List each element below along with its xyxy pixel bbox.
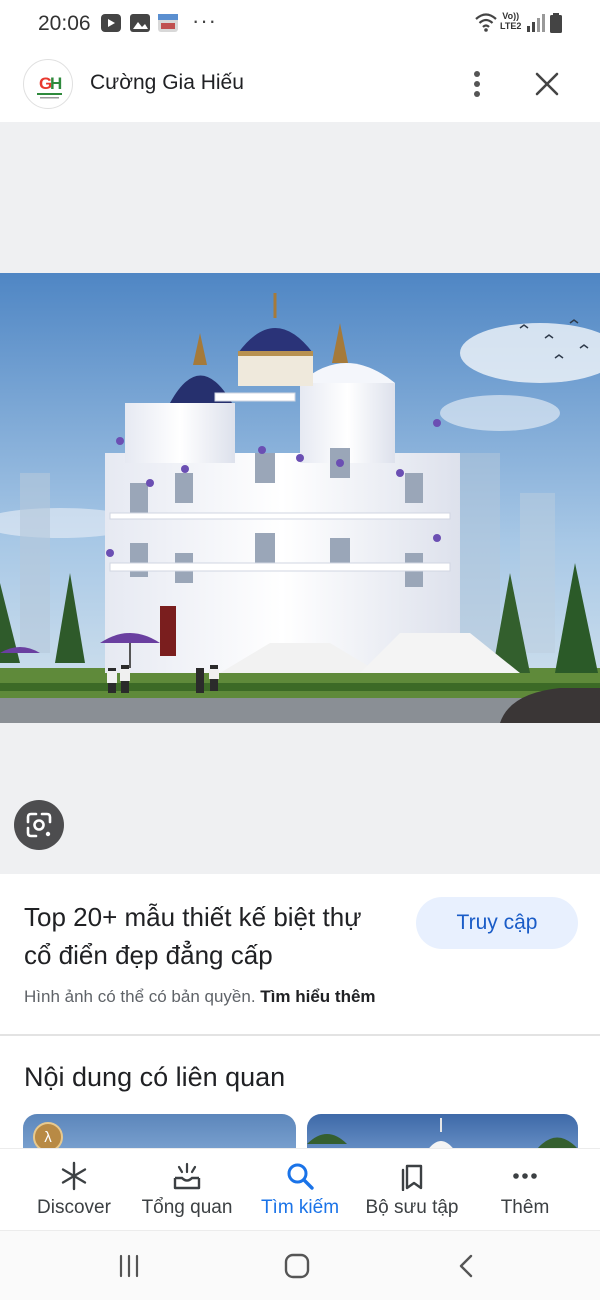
lens-icon <box>26 812 52 838</box>
more-notifications-indicator: ··· <box>192 8 217 33</box>
villa-image <box>0 273 600 723</box>
more-options-icon[interactable] <box>462 66 492 102</box>
asterisk-icon <box>61 1161 87 1191</box>
home-icon[interactable] <box>282 1251 312 1281</box>
copyright-text: Hình ảnh có thể có bản quyền. <box>24 987 256 1006</box>
status-bar: 20:06 ··· Vo)) LTE2 <box>0 0 600 46</box>
signal-icon <box>527 14 545 32</box>
site-title[interactable]: Cường Gia Hiếu <box>90 71 244 95</box>
screen: 20:06 ··· Vo)) LTE2 G H Cường Gia Hiếu T… <box>0 0 600 1300</box>
related-content-heading: Nội dung có liên quan <box>24 1062 286 1092</box>
section-divider <box>0 1034 600 1036</box>
nav-discover-label: Discover <box>37 1197 111 1218</box>
nav-collections-label: Bộ sưu tập <box>365 1197 459 1218</box>
cuong-gia-hieu-logo-icon: G H <box>37 74 62 99</box>
nav-discover[interactable]: Discover <box>24 1149 124 1231</box>
collections-icon <box>401 1164 423 1191</box>
site-logo[interactable]: G H <box>23 59 73 109</box>
search-icon <box>287 1163 314 1190</box>
nav-search-label: Tìm kiếm <box>260 1197 340 1218</box>
nav-search[interactable]: Tìm kiếm <box>250 1149 350 1231</box>
status-time: 20:06 <box>38 12 91 35</box>
copyright-notice: Hình ảnh có thể có bản quyền. Tìm hiểu t… <box>24 987 376 1007</box>
visit-button[interactable]: Truy cập <box>416 897 578 949</box>
google-lens-button[interactable] <box>14 800 64 850</box>
bottom-navigation: Discover Tổng quan Tìm kiếm Bộ sưu tập T… <box>0 1148 600 1230</box>
result-title[interactable]: Top 20+ mẫu thiết kế biệt thự cổ điển đẹ… <box>24 898 384 974</box>
svg-text:H: H <box>50 74 62 93</box>
system-navigation-bar <box>0 1230 600 1300</box>
main-image[interactable] <box>0 273 600 723</box>
nav-overview[interactable]: Tổng quan <box>130 1149 244 1231</box>
nav-more-label: Thêm <box>500 1197 550 1218</box>
image-viewer <box>0 122 600 874</box>
more-horizontal-icon <box>513 1173 537 1179</box>
recent-apps-icon[interactable] <box>114 1251 144 1281</box>
network-type-label: Vo)) LTE2 <box>500 11 521 31</box>
lte-label: LTE2 <box>500 21 522 31</box>
wifi-icon <box>475 13 497 32</box>
result-info-panel: Top 20+ mẫu thiết kế biệt thự cổ điển đẹ… <box>0 874 600 1034</box>
calendar-notification-icon <box>158 14 178 32</box>
gallery-notification-icon <box>130 14 150 32</box>
viewer-header: G H Cường Gia Hiếu <box>0 46 600 122</box>
back-icon[interactable] <box>452 1251 482 1281</box>
learn-more-link[interactable]: Tìm hiểu thêm <box>260 987 375 1006</box>
nav-more[interactable]: Thêm <box>480 1149 570 1231</box>
nav-overview-label: Tổng quan <box>141 1197 233 1218</box>
nav-collections[interactable]: Bộ sưu tập <box>356 1149 468 1231</box>
volte-label: Vo)) <box>502 11 520 21</box>
youtube-notification-icon <box>101 14 121 32</box>
close-icon[interactable] <box>530 67 564 101</box>
battery-icon <box>550 13 562 33</box>
tray-icon <box>173 1162 201 1190</box>
